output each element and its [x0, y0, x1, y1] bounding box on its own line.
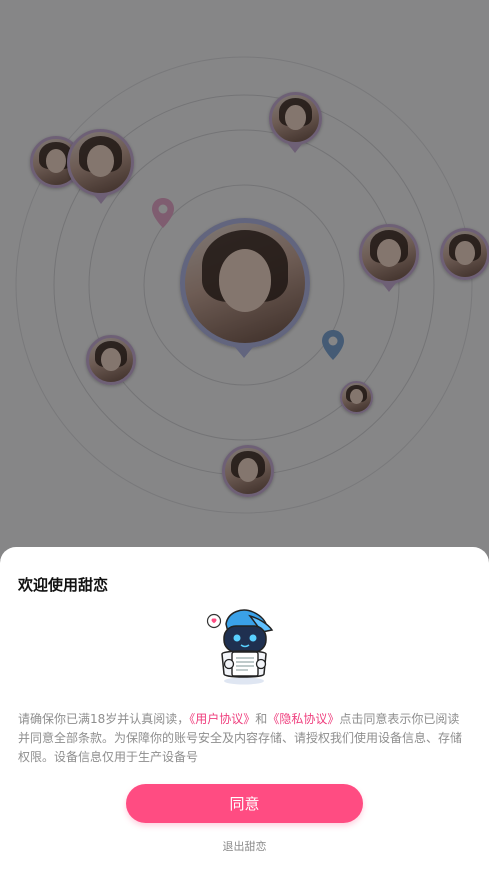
agreement-text: 请确保你已满18岁并认真阅读，《用户协议》和《隐私协议》点击同意表示你已阅读并同… [18, 710, 470, 767]
agreement-text-and: 和 [255, 712, 268, 726]
agreement-text-intro: 请确保你已满18岁并认真阅读， [18, 712, 190, 726]
robot-mascot-icon [206, 609, 274, 685]
agree-button[interactable]: 同意 [126, 784, 363, 823]
exit-app-link[interactable]: 退出甜恋 [0, 838, 489, 854]
privacy-policy-link[interactable]: 《隐私协议》 [267, 712, 339, 726]
agreement-dialog: 欢迎使用甜恋 请确保你已满18岁并认真阅读，《用户协议》和《隐私协议》点击同意表… [0, 547, 489, 869]
user-agreement-link[interactable]: 《用户协议》 [189, 712, 255, 726]
dialog-title: 欢迎使用甜恋 [18, 576, 109, 594]
